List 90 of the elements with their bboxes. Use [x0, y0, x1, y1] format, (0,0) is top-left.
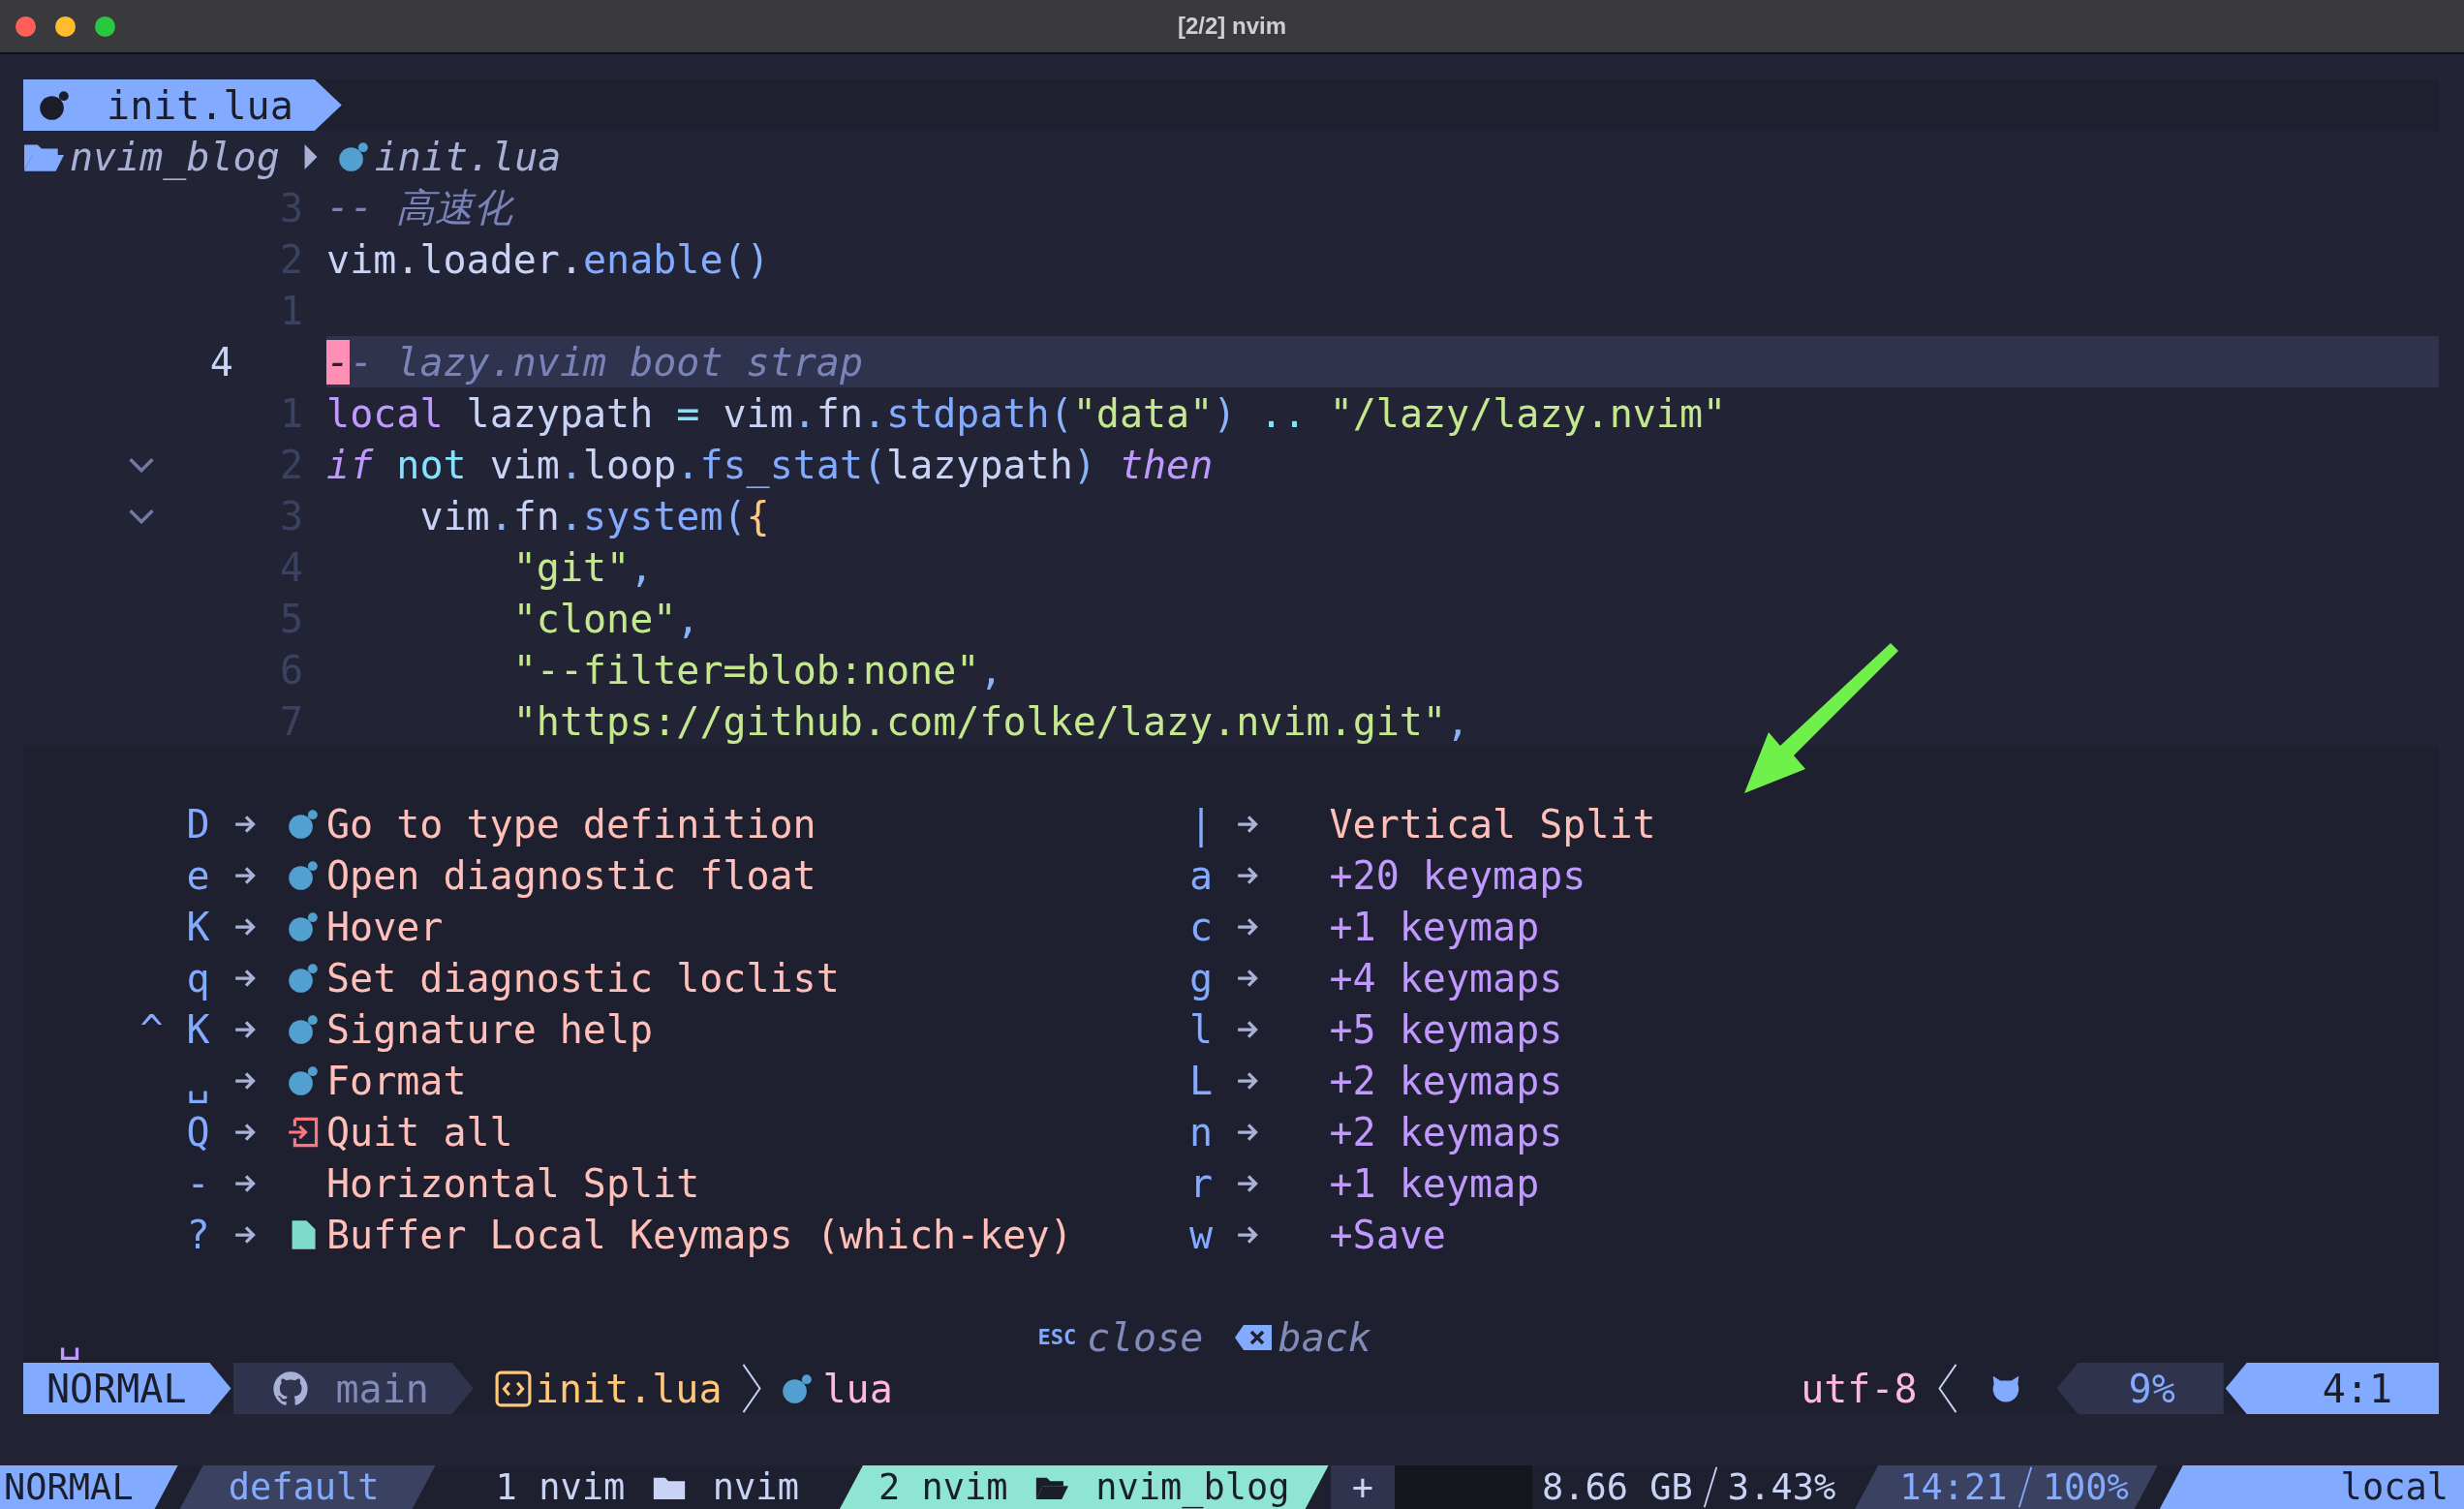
- branch-name: main: [335, 1366, 429, 1411]
- code-line: "clone",: [511, 595, 701, 643]
- github-icon: [271, 1370, 309, 1407]
- code-line: "git",: [511, 543, 655, 592]
- keymap-description[interactable]: Open diagnostic float: [325, 852, 816, 898]
- key-label: Q: [185, 1109, 210, 1155]
- key-label: K: [185, 904, 210, 949]
- caret-right-icon: [302, 142, 319, 170]
- keymap-description[interactable]: +5 keymaps: [1329, 1006, 1563, 1052]
- keymap-description[interactable]: +4 keymaps: [1329, 955, 1563, 1001]
- close-hint: close: [1086, 1314, 1204, 1360]
- keymap-description[interactable]: Set diagnostic loclist: [325, 955, 840, 1001]
- session-name: default: [179, 1465, 436, 1509]
- key-label: g: [1188, 955, 1214, 1001]
- fold-chevron-icon[interactable]: [128, 508, 156, 524]
- exit-icon: [287, 1116, 319, 1148]
- lua-icon: [287, 1064, 319, 1096]
- code-line: "--filter=blob:none",: [511, 646, 1004, 694]
- keymap-description[interactable]: +1 keymap: [1329, 904, 1540, 949]
- key-label: -: [185, 1160, 210, 1206]
- code-line: vim.fn.system({: [418, 492, 771, 540]
- key-label: |: [1188, 801, 1214, 847]
- line-number: 4: [209, 339, 234, 385]
- keymap-description[interactable]: +Save: [1329, 1212, 1446, 1257]
- keymap-description[interactable]: Signature help: [325, 1006, 654, 1052]
- key-label: ^ K: [139, 1006, 210, 1052]
- esc-key-label: ESC: [1037, 1325, 1077, 1349]
- tmux-window-tab[interactable]: 2 nvim nvim_blog: [839, 1465, 1329, 1509]
- buffer-tab[interactable]: init.lua: [23, 79, 342, 131]
- leader-key-breadcrumb: ␣: [58, 1314, 82, 1360]
- keymap-description[interactable]: Vertical Split: [1329, 801, 1656, 847]
- keymap-description[interactable]: +20 keymaps: [1329, 852, 1586, 898]
- mode-indicator: NORMAL: [23, 1363, 231, 1414]
- zoom-button[interactable]: [95, 16, 115, 37]
- back-hint: back: [1278, 1314, 1371, 1360]
- clock-time: 14:21: [1899, 1469, 2008, 1505]
- chevron-right-icon: [741, 1363, 763, 1414]
- code-line: vim.loader.enable(): [326, 235, 771, 284]
- backspace-icon: [1233, 1323, 1273, 1351]
- key-label: D: [185, 801, 210, 847]
- key-label: n: [1188, 1109, 1214, 1155]
- keymap-description[interactable]: Horizontal Split: [325, 1160, 700, 1206]
- lua-icon: [287, 859, 319, 891]
- file-name: init.lua: [535, 1366, 723, 1411]
- key-label: r: [1188, 1160, 1214, 1206]
- cpu-usage: 3.43%: [1727, 1469, 1836, 1505]
- battery-level: 100%: [2042, 1469, 2129, 1505]
- keymap-description[interactable]: Go to type definition: [325, 801, 816, 847]
- keymap-description[interactable]: Format: [325, 1058, 467, 1103]
- fold-chevron-icon[interactable]: [128, 456, 156, 473]
- cursor-position: 4:1: [2225, 1363, 2439, 1414]
- key-label: c: [1188, 904, 1214, 949]
- host-name: local: [2159, 1465, 2464, 1509]
- key-label: ␣: [185, 1058, 210, 1103]
- progress-label: 9%: [2056, 1363, 2224, 1414]
- lua-icon: [287, 910, 319, 942]
- code-line: if not vim.loop.fs_stat(lazypath) then: [326, 441, 1215, 490]
- key-label: L: [1188, 1058, 1214, 1103]
- encoding-label: utf-8: [1801, 1366, 1918, 1411]
- key-label: ?: [185, 1212, 210, 1257]
- key-label: a: [1188, 852, 1214, 898]
- close-button[interactable]: [15, 16, 36, 37]
- code-line: -- 高速化: [326, 184, 515, 231]
- code-line: "https://github.com/folke/lazy.nvim.git",: [511, 697, 1471, 746]
- breadcrumb-folder[interactable]: nvim_blog: [70, 134, 280, 179]
- code-file-icon: [494, 1370, 532, 1407]
- keymap-description[interactable]: +2 keymaps: [1329, 1058, 1563, 1103]
- keymap-description[interactable]: +2 keymaps: [1329, 1109, 1563, 1155]
- window-title: [2/2] nvim: [1178, 13, 1286, 40]
- lua-icon: [287, 1013, 319, 1045]
- keymap-description[interactable]: Buffer Local Keymaps (which-key): [325, 1212, 1073, 1257]
- filetype-label: lua: [822, 1366, 893, 1411]
- minimize-button[interactable]: [55, 16, 76, 37]
- tmux-mode: NORMAL: [0, 1465, 178, 1509]
- lua-icon: [287, 808, 319, 840]
- new-window-button[interactable]: +: [1330, 1465, 1395, 1509]
- key-label: e: [185, 852, 210, 898]
- breadcrumb-file[interactable]: init.lua: [374, 134, 562, 179]
- memory-usage: 8.66 GB: [1541, 1469, 1693, 1505]
- keymap-description[interactable]: +1 keymap: [1329, 1160, 1540, 1206]
- key-label: q: [185, 955, 210, 1001]
- lua-icon: [39, 89, 70, 121]
- key-label: l: [1188, 1006, 1214, 1052]
- lua-icon: [782, 1372, 814, 1404]
- code-line: local lazypath = vim.fn.stdpath("data") .. "/lazy/lazy.nvim": [326, 389, 1728, 438]
- chevron-left-icon: [1936, 1363, 1958, 1414]
- lua-icon: [287, 962, 319, 994]
- keymap-description[interactable]: Quit all: [325, 1109, 513, 1155]
- lua-icon: [337, 140, 369, 172]
- keymap-description[interactable]: Hover: [325, 904, 444, 949]
